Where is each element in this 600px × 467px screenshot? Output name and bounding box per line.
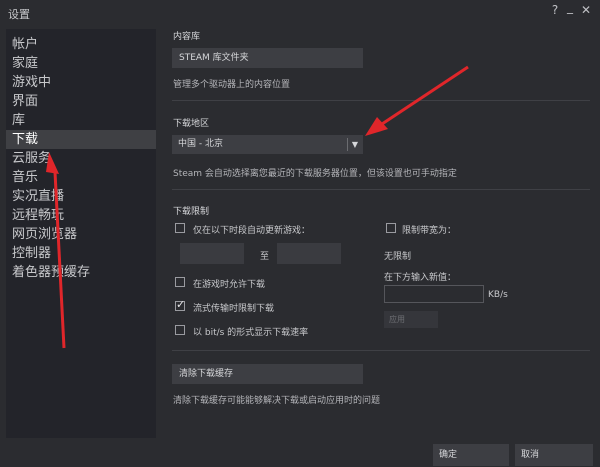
bandwidth-limit-checkbox[interactable] [386,223,396,233]
settings-sidebar: 帐户 家庭 游戏中 界面 库 下载 云服务 音乐 实况直播 远程畅玩 网页浏览器… [6,29,156,438]
close-icon[interactable]: ✕ [579,3,593,17]
divider [172,350,590,351]
unit-label: KB/s [488,290,508,300]
divider [172,189,590,190]
sidebar-item-downloads[interactable]: 下载 [6,130,156,149]
chevron-down-icon: ▼ [351,140,359,149]
schedule-label: 仅在以下时段自动更新游戏： [193,226,311,236]
title-bar: 设置 ? _ ✕ [0,0,600,26]
cancel-button[interactable]: 取消 [515,444,593,466]
apply-button[interactable]: 应用 [384,311,438,328]
schedule-checkbox[interactable] [175,223,185,233]
download-region-value: 中国 - 北京 [178,139,223,149]
throttle-streaming-checkbox[interactable] [175,298,185,311]
allow-in-game-label: 在游戏时允许下载 [193,280,266,290]
sidebar-item-interface[interactable]: 界面 [6,92,156,111]
sidebar-item-web-browser[interactable]: 网页浏览器 [6,225,156,244]
download-region-heading: 下载地区 [173,119,210,129]
download-region-description: Steam 会自动选择离您最近的下载服务器位置，但该设置也可手动指定 [173,169,457,179]
allow-in-game-checkbox[interactable] [175,277,185,287]
clear-download-cache-button[interactable]: 清除下载缓存 [172,364,363,384]
to-label: 至 [260,252,270,262]
sidebar-item-controller[interactable]: 控制器 [6,244,156,263]
sidebar-item-in-game[interactable]: 游戏中 [6,73,156,92]
sidebar-item-shader-cache[interactable]: 着色器预缓存 [6,263,156,282]
sidebar-item-family[interactable]: 家庭 [6,54,156,73]
clear-cache-description: 清除下载缓存可能能够解决下载或启动应用时的问题 [173,396,381,406]
schedule-end-time[interactable] [277,243,341,264]
help-icon[interactable]: ? [548,3,562,17]
ok-button[interactable]: 确定 [433,444,509,466]
sidebar-item-music[interactable]: 音乐 [6,168,156,187]
bandwidth-input[interactable] [384,285,484,303]
steam-library-folders-button[interactable]: STEAM 库文件夹 [172,48,363,68]
sidebar-item-broadcasting[interactable]: 实况直播 [6,187,156,206]
no-limit-text: 无限制 [384,252,412,262]
content-library-heading: 内容库 [173,32,201,42]
download-limits-heading: 下载限制 [173,207,210,217]
divider [172,100,590,101]
bits-display-label: 以 bit/s 的形式显示下载速率 [193,328,309,338]
new-value-label: 在下方输入新值： [384,273,457,283]
sidebar-item-cloud[interactable]: 云服务 [6,149,156,168]
sidebar-item-library[interactable]: 库 [6,111,156,130]
downloads-settings-panel: 内容库 STEAM 库文件夹 管理多个驱动器上的内容位置 下载地区 中国 - 北… [156,29,594,438]
window-title: 设置 [8,8,30,21]
download-region-select[interactable]: 中国 - 北京 ▼ [172,135,363,154]
sidebar-item-account[interactable]: 帐户 [6,35,156,54]
select-separator [347,138,348,151]
bandwidth-limit-label: 限制带宽为： [402,226,457,236]
bits-display-checkbox[interactable] [175,325,185,335]
minimize-icon[interactable]: _ [563,0,577,14]
throttle-streaming-label: 流式传输时限制下载 [193,304,275,314]
schedule-start-time[interactable] [180,243,244,264]
sidebar-item-remote-play[interactable]: 远程畅玩 [6,206,156,225]
content-library-description: 管理多个驱动器上的内容位置 [173,80,291,90]
